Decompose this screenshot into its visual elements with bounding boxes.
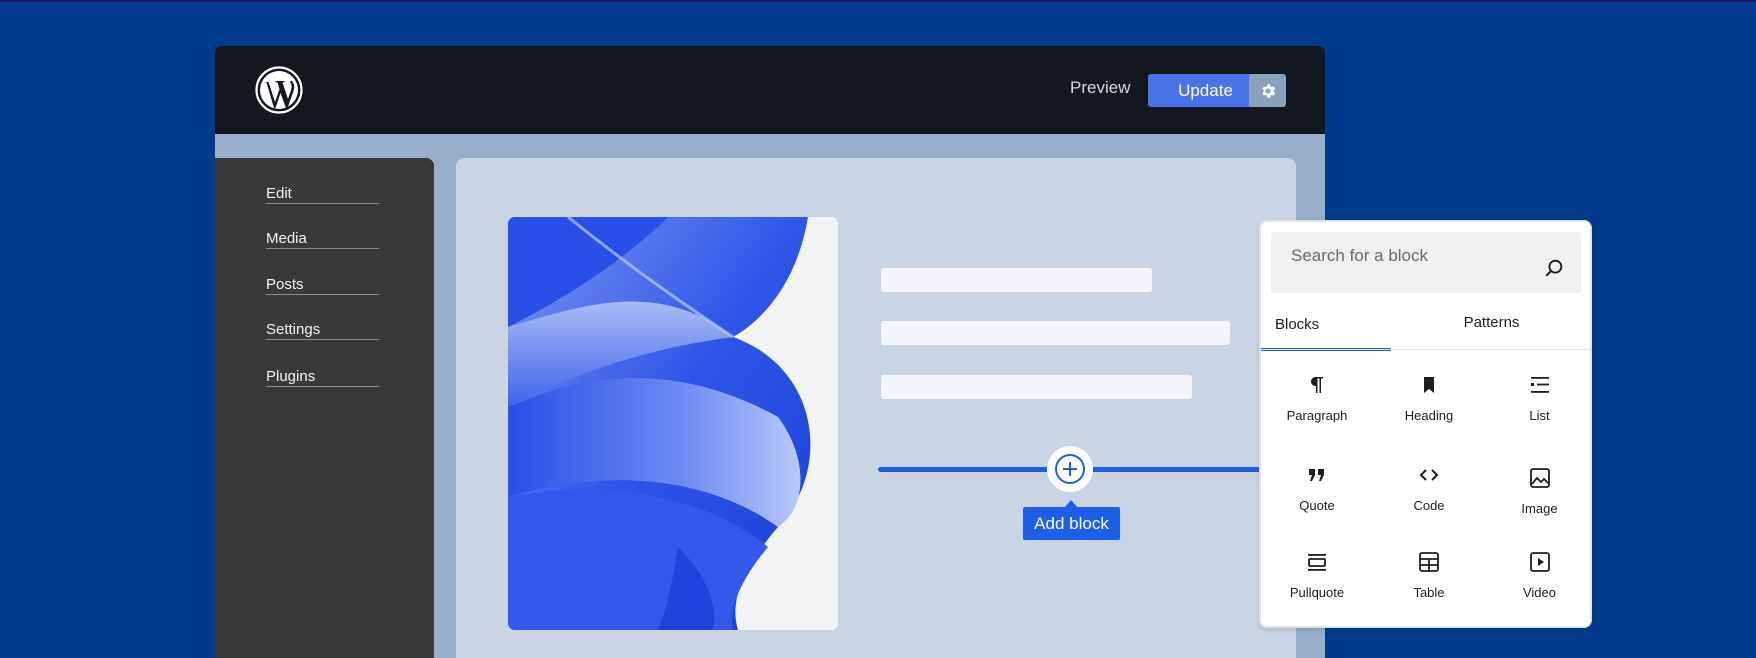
wordpress-logo-icon[interactable] <box>255 66 303 114</box>
add-block-button[interactable] <box>1047 446 1093 492</box>
block-code[interactable]: Code <box>1373 462 1485 534</box>
sidebar-item-label: Posts <box>266 276 304 293</box>
block-inserter-panel: Blocks Patterns Paragraph Heading List <box>1259 220 1592 628</box>
block-table[interactable]: Table <box>1373 549 1485 621</box>
tab-patterns[interactable]: Patterns <box>1391 305 1590 351</box>
admin-sidebar: Edit Media Posts Settings Plugins <box>215 158 434 658</box>
block-label: Heading <box>1404 408 1454 423</box>
block-heading[interactable]: Heading <box>1373 372 1485 444</box>
sidebar-item-posts[interactable]: Posts <box>266 249 379 295</box>
plus-circle-icon <box>1055 454 1085 484</box>
search-icon[interactable] <box>1543 257 1565 279</box>
video-icon <box>1527 549 1553 575</box>
block-label: Code <box>1413 498 1445 513</box>
block-pullquote[interactable]: Pullquote <box>1261 549 1373 621</box>
featured-image[interactable] <box>508 217 838 630</box>
update-button[interactable]: Update <box>1148 74 1263 107</box>
tabs-divider <box>1261 349 1590 350</box>
settings-button[interactable] <box>1249 74 1286 107</box>
block-quote[interactable]: Quote <box>1261 462 1373 534</box>
block-search <box>1271 232 1581 293</box>
add-block-tooltip[interactable]: Add block <box>1023 507 1120 540</box>
pullquote-icon <box>1304 549 1330 575</box>
table-icon <box>1416 549 1442 575</box>
block-list[interactable]: List <box>1485 372 1590 444</box>
list-icon <box>1527 372 1553 398</box>
image-icon <box>1527 465 1553 491</box>
block-label: Pullquote <box>1289 585 1345 600</box>
preview-link[interactable]: Preview <box>1070 78 1130 98</box>
block-label: Table <box>1413 585 1445 600</box>
sidebar-item-settings[interactable]: Settings <box>266 294 379 340</box>
top-border-line <box>0 0 1756 2</box>
text-placeholder-line <box>881 268 1152 292</box>
block-paragraph[interactable]: Paragraph <box>1261 372 1373 444</box>
editor-canvas <box>456 158 1296 658</box>
editor-topbar: Preview Update <box>215 46 1325 134</box>
sidebar-item-edit[interactable]: Edit <box>266 158 379 204</box>
block-search-input[interactable] <box>1271 232 1531 293</box>
block-label: Paragraph <box>1286 408 1348 423</box>
quote-icon <box>1304 462 1330 488</box>
block-label: List <box>1529 408 1550 423</box>
text-placeholder-line <box>881 321 1230 345</box>
tab-blocks[interactable]: Blocks <box>1261 305 1391 351</box>
heading-bookmark-icon <box>1416 372 1442 398</box>
text-placeholder-line <box>881 375 1192 399</box>
block-label: Quote <box>1299 498 1335 513</box>
block-image[interactable]: Image <box>1485 465 1590 537</box>
sidebar-item-label: Media <box>266 230 307 247</box>
paragraph-icon <box>1304 372 1330 398</box>
code-icon <box>1416 462 1442 488</box>
sidebar-item-label: Settings <box>266 321 321 338</box>
gear-icon <box>1261 83 1275 98</box>
editor-window: Preview Update Edit Media Posts Settings… <box>215 46 1325 658</box>
abstract-blue-shape-image <box>508 217 838 630</box>
block-label: Image <box>1521 501 1558 516</box>
sidebar-item-media[interactable]: Media <box>266 203 379 249</box>
sidebar-item-label: Plugins <box>266 368 316 385</box>
sidebar-item-plugins[interactable]: Plugins <box>266 341 379 387</box>
block-label: Video <box>1522 585 1556 600</box>
block-video[interactable]: Video <box>1485 549 1590 621</box>
sidebar-item-label: Edit <box>266 185 292 202</box>
